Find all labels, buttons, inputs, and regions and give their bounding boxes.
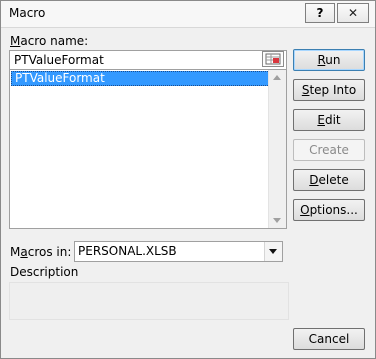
title-bar: Macro ? ✕ [1,1,375,28]
macro-name-label: Macro name: [10,34,89,48]
cancel-button[interactable]: Cancel [293,328,365,350]
vertical-scrollbar[interactable] [268,70,286,228]
macros-in-value: PERSONAL.XLSB [78,244,177,258]
edit-button[interactable]: Edit [293,109,365,131]
dropdown-arrow-icon[interactable] [264,242,282,261]
options-button[interactable]: Options... [293,199,365,221]
macro-dialog: Macro ? ✕ Macro name: PTValueFormat PTVa… [0,0,376,359]
step-into-button[interactable]: Step Into [293,79,365,101]
range-select-icon [265,53,281,65]
description-label: Description [10,265,79,279]
macros-in-select[interactable]: PERSONAL.XLSB [74,241,283,262]
delete-button[interactable]: Delete [293,169,365,191]
list-item[interactable]: PTValueFormat [11,71,270,86]
scroll-up-arrow-icon[interactable] [273,75,281,80]
run-button[interactable]: Run [293,49,365,71]
help-button[interactable]: ? [305,3,335,23]
macro-name-input[interactable]: PTValueFormat [9,50,287,70]
create-button[interactable]: Create [293,139,365,161]
macro-list[interactable]: PTValueFormat [9,69,287,229]
close-button[interactable]: ✕ [337,3,369,23]
description-text [9,282,289,320]
macros-in-label: Macros in: [10,245,72,259]
scroll-down-arrow-icon[interactable] [273,218,281,223]
collapse-dialog-button[interactable] [262,51,284,67]
dialog-title: Macro [9,6,46,20]
